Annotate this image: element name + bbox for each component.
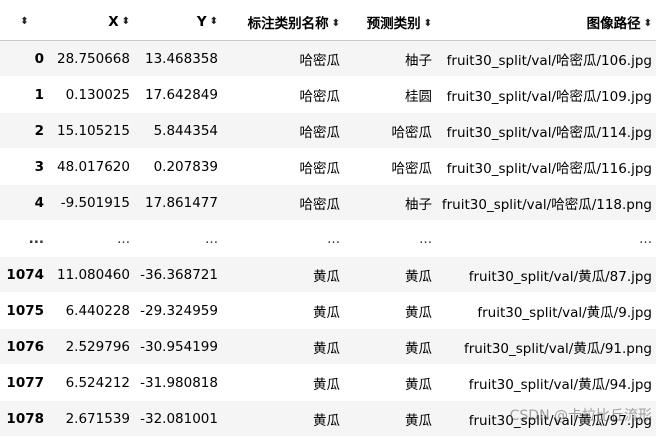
sort-icon[interactable]: ⬍ bbox=[332, 18, 340, 29]
cell-y: -31.980818 bbox=[134, 364, 222, 401]
table-row: 1077 6.524212 -31.980818 黄瓜 黄瓜 fruit30_split/… bbox=[0, 364, 656, 401]
cell-pred_name: 黄瓜 bbox=[344, 292, 436, 329]
cell-x: ... bbox=[50, 220, 134, 257]
cell-index: ... bbox=[0, 220, 50, 257]
cell-label_name: ... bbox=[222, 220, 344, 257]
table-row: 1075 6.440228 -29.324959 黄瓜 黄瓜 fruit30_split/… bbox=[0, 292, 656, 329]
sort-icon[interactable]: ⬍ bbox=[210, 16, 218, 27]
cell-index: 1074 bbox=[0, 256, 50, 293]
cell-pred_name: 哈密瓜 bbox=[344, 112, 436, 149]
column-header-label_name[interactable]: 标注类别名称 ⬍ bbox=[222, 3, 344, 41]
cell-pred_name: 哈密瓜 bbox=[344, 148, 436, 185]
table-row: .................. bbox=[0, 220, 656, 257]
cell-pred_name: 黄瓜 bbox=[344, 328, 436, 365]
cell-path: fruit30_split/val/黄瓜/9.jpg bbox=[436, 292, 656, 329]
column-header-path[interactable]: 图像路径 ⬍ bbox=[436, 3, 656, 41]
cell-x: 15.105215 bbox=[50, 112, 134, 149]
watermark: CSDN @卡拉比丘流形 bbox=[509, 408, 652, 424]
column-header-index[interactable]: ⬍ bbox=[0, 3, 50, 41]
cell-index: 1075 bbox=[0, 292, 50, 329]
cell-path: fruit30_split/val/哈密瓜/116.jpg bbox=[436, 148, 656, 185]
table-row: 1 0.130025 17.642849 哈密瓜 桂圆 fruit30_split/val… bbox=[0, 76, 656, 113]
cell-path: fruit30_split/val/哈密瓜/106.jpg bbox=[436, 40, 656, 77]
cell-y: -30.954199 bbox=[134, 328, 222, 365]
cell-y: 0.207839 bbox=[134, 148, 222, 185]
cell-label_name: 黄瓜 bbox=[222, 328, 344, 365]
cell-label_name: 黄瓜 bbox=[222, 256, 344, 293]
cell-index: 1077 bbox=[0, 364, 50, 401]
dataframe-table: ⬍ X ⬍ Y ⬍ 标注类别名称 ⬍ 预测类别 ⬍ 图像路径 ⬍ 0 28.750668 13.4683… bbox=[0, 3, 656, 437]
sort-icon[interactable]: ⬍ bbox=[122, 16, 130, 27]
table-body: 0 28.750668 13.468358 哈密瓜 柚子 fruit30_split/va… bbox=[0, 40, 656, 437]
column-header-label: 标注类别名称 bbox=[247, 15, 329, 32]
cell-x: 6.524212 bbox=[50, 364, 134, 401]
header-row: ⬍ X ⬍ Y ⬍ 标注类别名称 ⬍ 预测类别 ⬍ 图像路径 ⬍ bbox=[0, 3, 656, 41]
cell-index: 1 bbox=[0, 76, 50, 113]
cell-path: fruit30_split/val/哈密瓜/114.jpg bbox=[436, 112, 656, 149]
cell-y: -36.368721 bbox=[134, 256, 222, 293]
cell-label_name: 哈密瓜 bbox=[222, 40, 344, 77]
cell-index: 1078 bbox=[0, 400, 50, 437]
cell-x: -9.501915 bbox=[50, 184, 134, 221]
table-header: ⬍ X ⬍ Y ⬍ 标注类别名称 ⬍ 预测类别 ⬍ 图像路径 ⬍ bbox=[0, 3, 656, 41]
cell-path: fruit30_split/val/黄瓜/87.jpg bbox=[436, 256, 656, 293]
cell-label_name: 黄瓜 bbox=[222, 364, 344, 401]
cell-y: -32.081001 bbox=[134, 400, 222, 437]
cell-label_name: 哈密瓜 bbox=[222, 112, 344, 149]
column-header-label: X bbox=[108, 13, 119, 30]
column-header-label: 预测类别 bbox=[366, 15, 421, 32]
cell-y: -29.324959 bbox=[134, 292, 222, 329]
cell-pred_name: 桂圆 bbox=[344, 76, 436, 113]
cell-index: 4 bbox=[0, 184, 50, 221]
cell-y: ... bbox=[134, 220, 222, 257]
cell-x: 48.017620 bbox=[50, 148, 134, 185]
cell-index: 1076 bbox=[0, 328, 50, 365]
cell-y: 13.468358 bbox=[134, 40, 222, 77]
cell-pred_name: 柚子 bbox=[344, 40, 436, 77]
cell-pred_name: 柚子 bbox=[344, 184, 436, 221]
cell-label_name: 黄瓜 bbox=[222, 400, 344, 437]
column-header-x[interactable]: X ⬍ bbox=[50, 3, 134, 41]
sort-icon[interactable]: ⬍ bbox=[644, 18, 652, 29]
sort-icon[interactable]: ⬍ bbox=[424, 18, 432, 29]
cell-x: 6.440228 bbox=[50, 292, 134, 329]
cell-x: 11.080460 bbox=[50, 256, 134, 293]
cell-label_name: 哈密瓜 bbox=[222, 184, 344, 221]
table-row: 0 28.750668 13.468358 哈密瓜 柚子 fruit30_split/va… bbox=[0, 40, 656, 77]
cell-path: fruit30_split/val/黄瓜/94.jpg bbox=[436, 364, 656, 401]
table-row: 4 -9.501915 17.861477 哈密瓜 柚子 fruit30_split/va… bbox=[0, 184, 656, 221]
cell-x: 2.671539 bbox=[50, 400, 134, 437]
cell-pred_name: 黄瓜 bbox=[344, 364, 436, 401]
column-header-pred_name[interactable]: 预测类别 ⬍ bbox=[344, 3, 436, 41]
cell-index: 0 bbox=[0, 40, 50, 77]
sort-icon[interactable]: ⬍ bbox=[20, 16, 28, 27]
table-row: 2 15.105215 5.844354 哈密瓜 哈密瓜 fruit30_split/va… bbox=[0, 112, 656, 149]
cell-label_name: 黄瓜 bbox=[222, 292, 344, 329]
cell-path: fruit30_split/val/哈密瓜/109.jpg bbox=[436, 76, 656, 113]
cell-x: 0.130025 bbox=[50, 76, 134, 113]
cell-y: 5.844354 bbox=[134, 112, 222, 149]
cell-label_name: 哈密瓜 bbox=[222, 148, 344, 185]
cell-index: 2 bbox=[0, 112, 50, 149]
cell-path: fruit30_split/val/哈密瓜/118.png bbox=[436, 184, 656, 221]
cell-y: 17.861477 bbox=[134, 184, 222, 221]
cell-y: 17.642849 bbox=[134, 76, 222, 113]
column-header-label: Y bbox=[196, 13, 207, 30]
cell-path: fruit30_split/val/黄瓜/91.png bbox=[436, 328, 656, 365]
column-header-y[interactable]: Y ⬍ bbox=[134, 3, 222, 41]
cell-x: 28.750668 bbox=[50, 40, 134, 77]
cell-index: 3 bbox=[0, 148, 50, 185]
table-row: 1074 11.080460 -36.368721 黄瓜 黄瓜 fruit30_split… bbox=[0, 256, 656, 293]
cell-label_name: 哈密瓜 bbox=[222, 76, 344, 113]
table-row: 3 48.017620 0.207839 哈密瓜 哈密瓜 fruit30_split/va… bbox=[0, 148, 656, 185]
cell-pred_name: 黄瓜 bbox=[344, 256, 436, 293]
cell-pred_name: 黄瓜 bbox=[344, 400, 436, 437]
cell-path: ... bbox=[436, 220, 656, 257]
table-row: 1076 2.529796 -30.954199 黄瓜 黄瓜 fruit30_split/… bbox=[0, 328, 656, 365]
column-header-label: 图像路径 bbox=[586, 15, 641, 32]
cell-x: 2.529796 bbox=[50, 328, 134, 365]
cell-pred_name: ... bbox=[344, 220, 436, 257]
